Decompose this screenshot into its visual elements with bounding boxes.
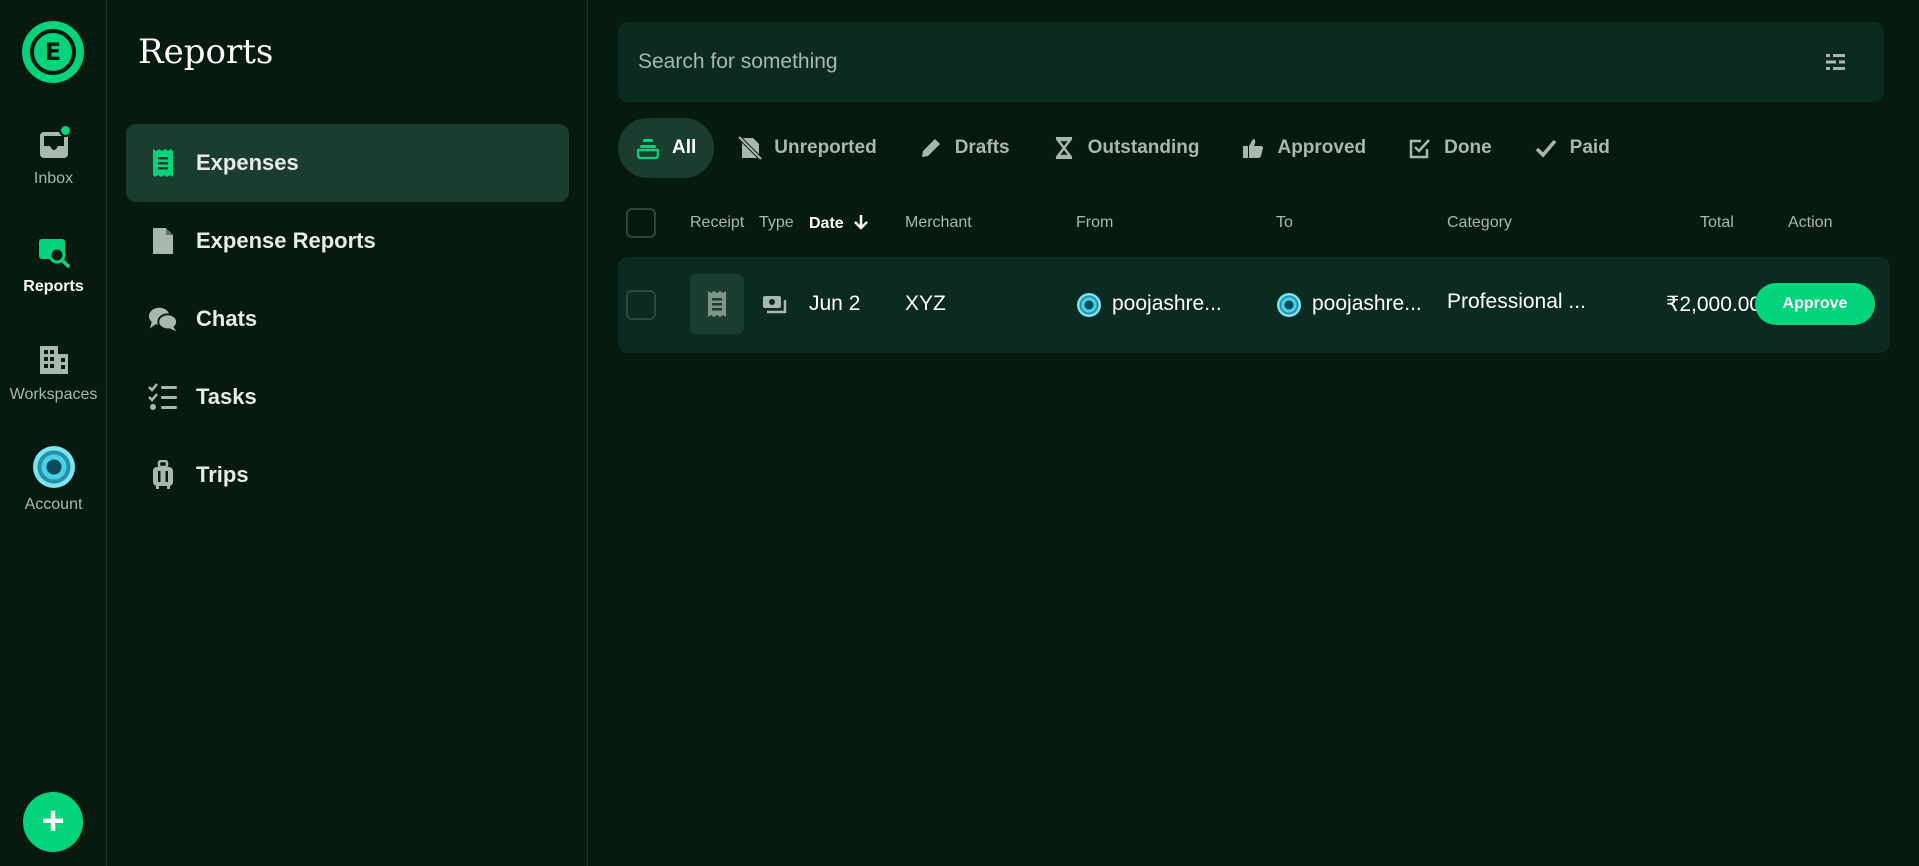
tab-label-unreported: Unreported bbox=[774, 137, 877, 158]
status-tabs: All Unreported Drafts Outstanding Approv… bbox=[618, 118, 1634, 178]
pencil-icon bbox=[919, 136, 943, 160]
column-to[interactable]: To bbox=[1276, 214, 1293, 232]
table-row[interactable]: Jun 2 XYZ poojashre... poojashre... Prof… bbox=[618, 257, 1890, 353]
tab-label-outstanding: Outstanding bbox=[1087, 137, 1200, 158]
account-avatar bbox=[32, 446, 75, 488]
select-all-checkbox[interactable] bbox=[626, 208, 656, 238]
row-date: Jun 2 bbox=[809, 292, 861, 315]
subnav-label-trips: Trips bbox=[196, 462, 249, 487]
subnav-item-trips[interactable]: Trips bbox=[126, 436, 569, 514]
tab-drafts[interactable]: Drafts bbox=[901, 118, 1028, 178]
rail-label-account: Account bbox=[24, 496, 83, 513]
column-date-label: Date bbox=[809, 215, 844, 232]
subnav-label-expenses: Expenses bbox=[196, 150, 299, 175]
rail-item-reports[interactable]: Reports bbox=[0, 234, 107, 296]
rail-label-workspaces: Workspaces bbox=[9, 386, 98, 403]
receipt-icon bbox=[708, 291, 726, 317]
to-avatar bbox=[1277, 293, 1301, 317]
receipt-icon bbox=[148, 148, 178, 178]
receipt-thumbnail[interactable] bbox=[690, 274, 744, 334]
column-total[interactable]: Total bbox=[1700, 214, 1734, 232]
table-header: Receipt Type Date Merchant From To Categ… bbox=[618, 208, 1884, 238]
building-icon bbox=[36, 342, 72, 378]
page-title: Reports bbox=[138, 32, 274, 72]
column-date[interactable]: Date bbox=[809, 214, 869, 233]
subnav-label-chats: Chats bbox=[196, 306, 258, 331]
tab-done[interactable]: Done bbox=[1390, 118, 1510, 178]
tab-all[interactable]: All bbox=[618, 118, 715, 178]
subnav-label-tasks: Tasks bbox=[196, 384, 257, 409]
checklist-icon bbox=[148, 382, 178, 412]
column-action: Action bbox=[1788, 214, 1833, 231]
thumbs-up-icon bbox=[1241, 136, 1265, 160]
tab-unreported[interactable]: Unreported bbox=[720, 118, 894, 178]
row-from: poojashre... bbox=[1112, 292, 1222, 315]
row-to: poojashre... bbox=[1312, 292, 1422, 315]
search-input[interactable] bbox=[618, 22, 1798, 102]
reports-search-icon bbox=[36, 234, 72, 270]
rail-label-reports: Reports bbox=[23, 278, 84, 295]
app: E Inbox Reports Workspaces Account + Rep… bbox=[0, 0, 1919, 866]
inbox-icon bbox=[36, 124, 72, 162]
hourglass-icon bbox=[1052, 136, 1076, 160]
checkbox-icon bbox=[1408, 136, 1432, 160]
from-avatar bbox=[1077, 293, 1101, 317]
tab-outstanding[interactable]: Outstanding bbox=[1034, 118, 1218, 178]
subnav-item-expense-reports[interactable]: Expense Reports bbox=[126, 202, 569, 280]
approve-button[interactable]: Approve bbox=[1755, 283, 1875, 325]
stack-icon bbox=[636, 136, 660, 160]
main-content: All Unreported Drafts bbox=[589, 0, 1919, 866]
notification-dot bbox=[58, 124, 72, 137]
tab-label-drafts: Drafts bbox=[954, 137, 1010, 158]
subnav-item-tasks[interactable]: Tasks bbox=[126, 358, 569, 436]
rail-item-inbox[interactable]: Inbox bbox=[0, 124, 107, 188]
search-bar bbox=[618, 22, 1884, 102]
left-rail: E Inbox Reports Workspaces Account + bbox=[0, 0, 107, 866]
tab-label-approved: Approved bbox=[1277, 137, 1367, 158]
row-category: Professional ... bbox=[1447, 290, 1586, 313]
logo-letter: E bbox=[30, 29, 76, 75]
column-merchant[interactable]: Merchant bbox=[905, 214, 972, 232]
row-checkbox[interactable] bbox=[626, 290, 656, 320]
tab-approved[interactable]: Approved bbox=[1223, 118, 1384, 178]
row-total: ₹2,000.00 bbox=[1666, 293, 1762, 316]
no-document-icon bbox=[738, 136, 763, 160]
tab-label-done: Done bbox=[1444, 137, 1492, 158]
cash-icon bbox=[761, 293, 789, 317]
filter-icon[interactable] bbox=[1822, 50, 1848, 74]
rail-item-workspaces[interactable]: Workspaces bbox=[0, 342, 107, 404]
expensify-logo[interactable]: E bbox=[22, 21, 84, 83]
column-type[interactable]: Type bbox=[759, 214, 794, 232]
subnav-item-expenses[interactable]: Expenses bbox=[126, 124, 569, 202]
luggage-icon bbox=[148, 460, 178, 490]
row-merchant: XYZ bbox=[905, 292, 946, 315]
tab-label-all: All bbox=[672, 137, 697, 158]
create-button[interactable]: + bbox=[23, 792, 83, 852]
subnav-item-chats[interactable]: Chats bbox=[126, 280, 569, 358]
tab-label-paid: Paid bbox=[1569, 137, 1610, 158]
check-icon bbox=[1534, 136, 1558, 160]
column-from[interactable]: From bbox=[1076, 214, 1113, 232]
subnav-label-expense-reports: Expense Reports bbox=[196, 228, 376, 253]
sort-down-arrow-icon bbox=[854, 215, 869, 230]
document-icon bbox=[148, 226, 178, 256]
rail-label-inbox: Inbox bbox=[33, 170, 74, 187]
rail-item-account[interactable]: Account bbox=[0, 446, 107, 514]
chat-bubbles-icon bbox=[148, 304, 178, 334]
column-receipt[interactable]: Receipt bbox=[690, 214, 744, 232]
column-category[interactable]: Category bbox=[1447, 214, 1512, 232]
tab-paid[interactable]: Paid bbox=[1516, 118, 1628, 178]
reports-subnav: Reports Expenses Expense Reports Chats T… bbox=[108, 0, 588, 866]
